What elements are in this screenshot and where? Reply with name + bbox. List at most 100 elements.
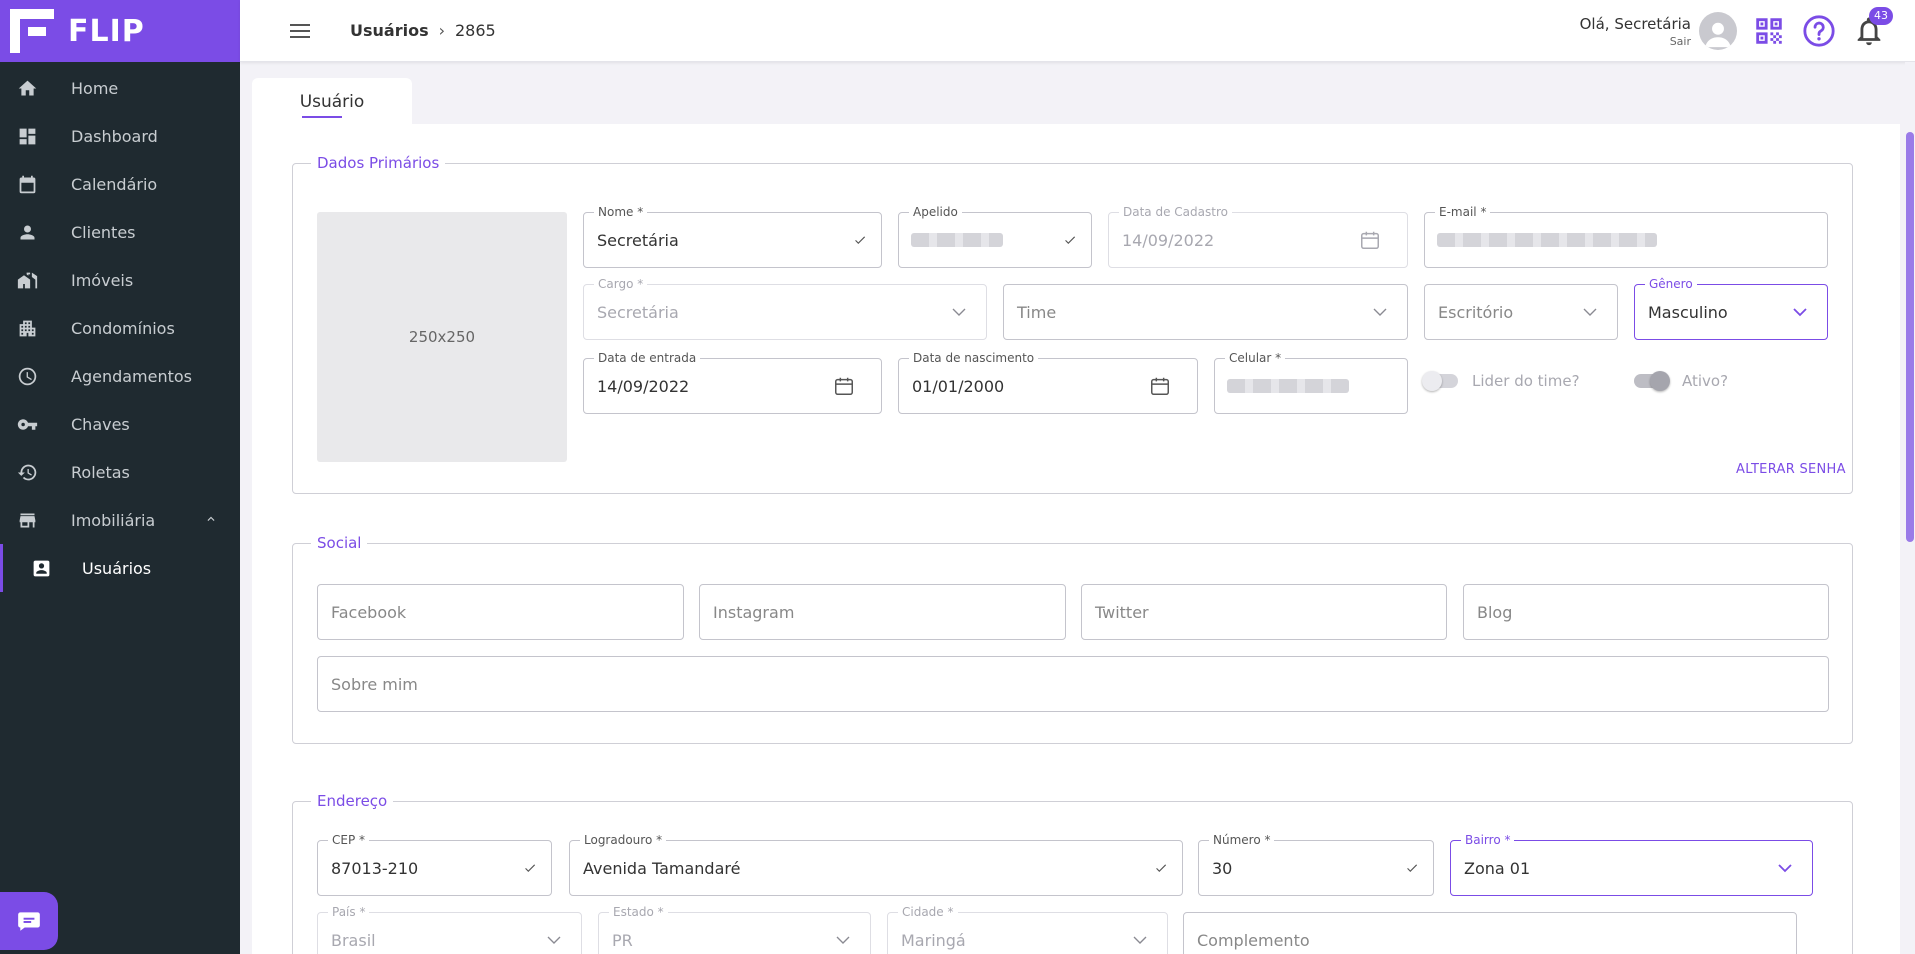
store-icon bbox=[16, 509, 38, 531]
about-me-input[interactable]: Sobre mim bbox=[317, 656, 1829, 712]
sidebar-item-home[interactable]: Home bbox=[0, 64, 240, 112]
dashboard-icon bbox=[16, 125, 38, 147]
notifications-button[interactable]: 43 bbox=[1851, 7, 1893, 49]
chevron-down-icon bbox=[1791, 303, 1809, 321]
person-icon bbox=[16, 221, 38, 243]
celular-field[interactable]: Celular * bbox=[1214, 351, 1408, 414]
avatar[interactable] bbox=[1699, 12, 1737, 50]
lider-toggle[interactable]: Lider do time? bbox=[1422, 371, 1580, 391]
ativo-toggle[interactable]: Ativo? bbox=[1634, 371, 1729, 391]
cidade-select: Cidade * Maringá bbox=[887, 905, 1168, 954]
sidebar-item-clientes[interactable]: Clientes bbox=[0, 208, 240, 256]
section-dados-primarios: Dados Primários 250x250 Nome * Secretári… bbox=[292, 154, 1853, 494]
sidebar-item-label: Home bbox=[71, 78, 119, 98]
cep-field[interactable]: CEP * 87013-210 bbox=[317, 833, 552, 896]
contact-card-icon bbox=[30, 557, 52, 579]
person-icon bbox=[1705, 22, 1731, 48]
section-social: Social Facebook Instagram Twitter Blog S… bbox=[292, 534, 1853, 744]
chevron-right-icon: › bbox=[438, 21, 445, 40]
logout-link[interactable]: Sair bbox=[1580, 35, 1691, 48]
facebook-input[interactable]: Facebook bbox=[317, 584, 684, 640]
sidebar-item-condominios[interactable]: Condomínios bbox=[0, 304, 240, 352]
chevron-down-icon bbox=[1371, 303, 1389, 321]
brand[interactable]: FLIP bbox=[0, 0, 240, 62]
calendar-icon[interactable] bbox=[1149, 375, 1171, 397]
section-title: Social bbox=[317, 534, 362, 552]
redacted-value bbox=[1227, 379, 1349, 393]
genero-select[interactable]: Gênero Masculino bbox=[1634, 277, 1828, 340]
breadcrumb-usuarios-link[interactable]: Usuários bbox=[350, 21, 429, 40]
sidebar-item-label: Clientes bbox=[71, 222, 136, 242]
sidebar-item-imoveis[interactable]: Imóveis bbox=[0, 256, 240, 304]
redacted-value bbox=[1437, 233, 1657, 247]
tab-usuario[interactable]: Usuário bbox=[252, 78, 412, 130]
flip-logo-icon bbox=[10, 9, 54, 53]
check-icon bbox=[1061, 231, 1079, 249]
scrollbar-thumb[interactable] bbox=[1906, 132, 1914, 542]
time-select[interactable]: Time bbox=[1003, 284, 1408, 340]
user-area: Olá, Secretária Sair 43 bbox=[1580, 0, 1915, 62]
sidebar-item-agendamentos[interactable]: Agendamentos bbox=[0, 352, 240, 400]
estado-select: Estado * PR bbox=[598, 905, 871, 954]
data-cadastro-field: Data de Cadastro 14/09/2022 bbox=[1108, 205, 1408, 268]
sidebar-item-usuarios[interactable]: Usuários bbox=[0, 544, 240, 592]
cargo-select: Cargo * Secretária bbox=[583, 277, 987, 340]
sidebar-item-calendario[interactable]: Calendário bbox=[0, 160, 240, 208]
user-greeting: Olá, Secretária Sair bbox=[1580, 15, 1691, 48]
form-card: Dados Primários 250x250 Nome * Secretári… bbox=[252, 124, 1900, 954]
sidebar-item-label: Calendário bbox=[71, 174, 158, 194]
help-button[interactable] bbox=[1801, 13, 1837, 49]
chevron-down-icon bbox=[1776, 859, 1794, 877]
notification-count-badge: 43 bbox=[1869, 7, 1893, 25]
sidebar-item-roletas[interactable]: Roletas bbox=[0, 448, 240, 496]
calendar-icon[interactable] bbox=[833, 375, 855, 397]
bairro-select[interactable]: Bairro * Zona 01 bbox=[1450, 833, 1813, 896]
data-nascimento-field[interactable]: Data de nascimento 01/01/2000 bbox=[898, 351, 1198, 414]
qr-code-button[interactable] bbox=[1751, 13, 1787, 49]
home-icon bbox=[16, 77, 38, 99]
chat-button[interactable] bbox=[0, 892, 58, 950]
check-icon bbox=[521, 859, 539, 877]
chevron-down-icon bbox=[545, 931, 563, 949]
data-entrada-field[interactable]: Data de entrada 14/09/2022 bbox=[583, 351, 882, 414]
check-icon bbox=[851, 231, 869, 249]
roulette-icon bbox=[16, 461, 38, 483]
toggle-label: Lider do time? bbox=[1472, 372, 1580, 390]
nome-field[interactable]: Nome * Secretária bbox=[583, 205, 882, 268]
help-icon bbox=[1803, 15, 1835, 47]
top-header: Usuários › 2865 Olá, Secretária Sair 43 bbox=[240, 0, 1915, 62]
sidebar-item-label: Dashboard bbox=[71, 126, 158, 146]
change-password-button[interactable]: ALTERAR SENHA bbox=[1736, 462, 1846, 477]
sidebar-item-imobiliaria[interactable]: Imobiliária bbox=[0, 496, 240, 544]
apelido-field[interactable]: Apelido bbox=[898, 205, 1092, 268]
main-content: Usuário Dados Primários 250x250 Nome * S… bbox=[252, 62, 1902, 954]
sidebar-item-label: Condomínios bbox=[71, 318, 175, 338]
sidebar-item-label: Agendamentos bbox=[71, 366, 193, 386]
sidebar-item-label: Imóveis bbox=[71, 270, 134, 290]
section-endereco: Endereço CEP * 87013-210 Logradouro * Av… bbox=[292, 792, 1853, 954]
qr-code-icon bbox=[1756, 18, 1782, 44]
sidebar-nav: Home Dashboard Calendário Clientes Imóve… bbox=[0, 64, 240, 592]
sidebar-item-chaves[interactable]: Chaves bbox=[0, 400, 240, 448]
escritorio-select[interactable]: Escritório bbox=[1424, 284, 1618, 340]
chevron-up-icon bbox=[207, 516, 215, 521]
complemento-input[interactable]: Complemento bbox=[1183, 912, 1797, 954]
chat-icon bbox=[18, 912, 40, 931]
check-icon bbox=[1152, 859, 1170, 877]
sidebar-item-dashboard[interactable]: Dashboard bbox=[0, 112, 240, 160]
logradouro-field[interactable]: Logradouro * Avenida Tamandaré bbox=[569, 833, 1183, 896]
email-field[interactable]: E-mail * bbox=[1424, 205, 1828, 268]
numero-field[interactable]: Número * 30 bbox=[1198, 833, 1434, 896]
profile-image-placeholder[interactable]: 250x250 bbox=[317, 212, 567, 462]
toggle-label: Ativo? bbox=[1682, 372, 1729, 390]
pais-select: País * Brasil bbox=[317, 905, 582, 954]
menu-toggle-button[interactable] bbox=[288, 19, 312, 43]
sidebar-item-label: Roletas bbox=[71, 462, 130, 482]
check-icon bbox=[1403, 859, 1421, 877]
calendar-icon bbox=[16, 173, 38, 195]
blog-input[interactable]: Blog bbox=[1463, 584, 1829, 640]
instagram-input[interactable]: Instagram bbox=[699, 584, 1066, 640]
twitter-input[interactable]: Twitter bbox=[1081, 584, 1447, 640]
sidebar: FLIP Home Dashboard Calendário Clientes … bbox=[0, 0, 240, 954]
page-scrollbar[interactable] bbox=[1905, 62, 1915, 954]
